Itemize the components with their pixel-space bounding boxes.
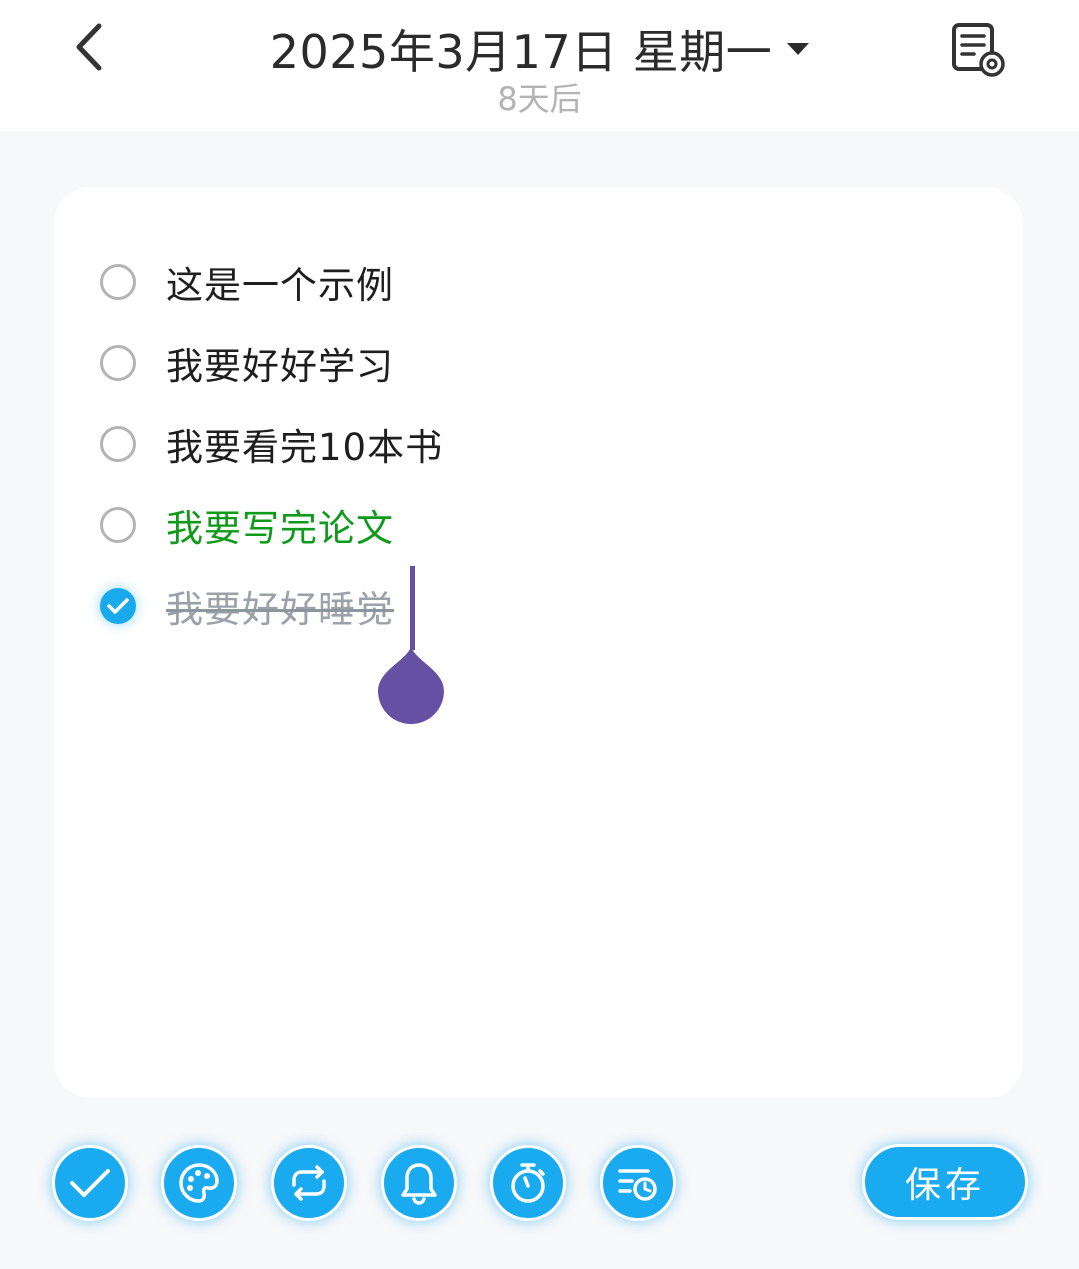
text-cursor-handle[interactable] xyxy=(376,644,446,728)
todo-checkbox[interactable] xyxy=(100,426,136,462)
text-cursor xyxy=(410,566,415,650)
stopwatch-icon xyxy=(511,1163,545,1203)
todo-card[interactable] xyxy=(54,187,1023,1098)
todo-text[interactable]: 这是一个示例 xyxy=(166,255,394,309)
back-button[interactable] xyxy=(60,18,118,76)
todo-checkbox[interactable] xyxy=(100,345,136,381)
relative-date-label: 8天后 xyxy=(497,80,582,118)
list-clock-icon xyxy=(618,1169,657,1201)
note-settings-icon xyxy=(952,23,1005,77)
todo-text[interactable]: 我要好好学习 xyxy=(166,336,394,390)
repeat-icon xyxy=(292,1165,326,1201)
todo-editor-screen: 2025年3月17日 星期一 8天后 这是一个示例 我要好好学习 我要看完10本… xyxy=(0,0,1079,1269)
todo-item[interactable]: 这是一个示例 xyxy=(100,252,394,312)
repeat-button[interactable] xyxy=(271,1145,347,1221)
todo-checkbox-checked[interactable] xyxy=(100,588,136,624)
todo-text[interactable]: 我要看完10本书 xyxy=(166,417,443,471)
chevron-left-icon xyxy=(76,23,102,71)
todo-item[interactable]: 我要好好学习 xyxy=(100,333,394,393)
page-title: 2025年3月17日 星期一 xyxy=(269,25,773,79)
timer-button[interactable] xyxy=(490,1145,566,1221)
note-settings-button[interactable] xyxy=(946,18,1010,82)
mark-done-button[interactable] xyxy=(52,1145,128,1221)
reminder-button[interactable] xyxy=(381,1145,457,1221)
schedule-button[interactable] xyxy=(600,1145,676,1221)
todo-text[interactable]: 我要好好睡觉 xyxy=(166,579,394,633)
check-icon xyxy=(70,1169,110,1197)
todo-item[interactable]: 我要写完论文 xyxy=(100,495,394,555)
color-button[interactable] xyxy=(161,1145,237,1221)
check-icon xyxy=(107,598,129,614)
todo-checkbox[interactable] xyxy=(100,264,136,300)
todo-checkbox[interactable] xyxy=(100,507,136,543)
save-button[interactable]: 保存 xyxy=(862,1144,1028,1220)
header: 2025年3月17日 星期一 8天后 xyxy=(0,0,1079,131)
todo-item[interactable]: 我要看完10本书 xyxy=(100,414,443,474)
palette-icon xyxy=(179,1163,219,1203)
bell-icon xyxy=(401,1163,437,1205)
caret-down-icon xyxy=(786,37,810,61)
todo-text[interactable]: 我要写完论文 xyxy=(166,498,394,552)
todo-item-completed[interactable]: 我要好好睡觉 xyxy=(100,576,394,636)
